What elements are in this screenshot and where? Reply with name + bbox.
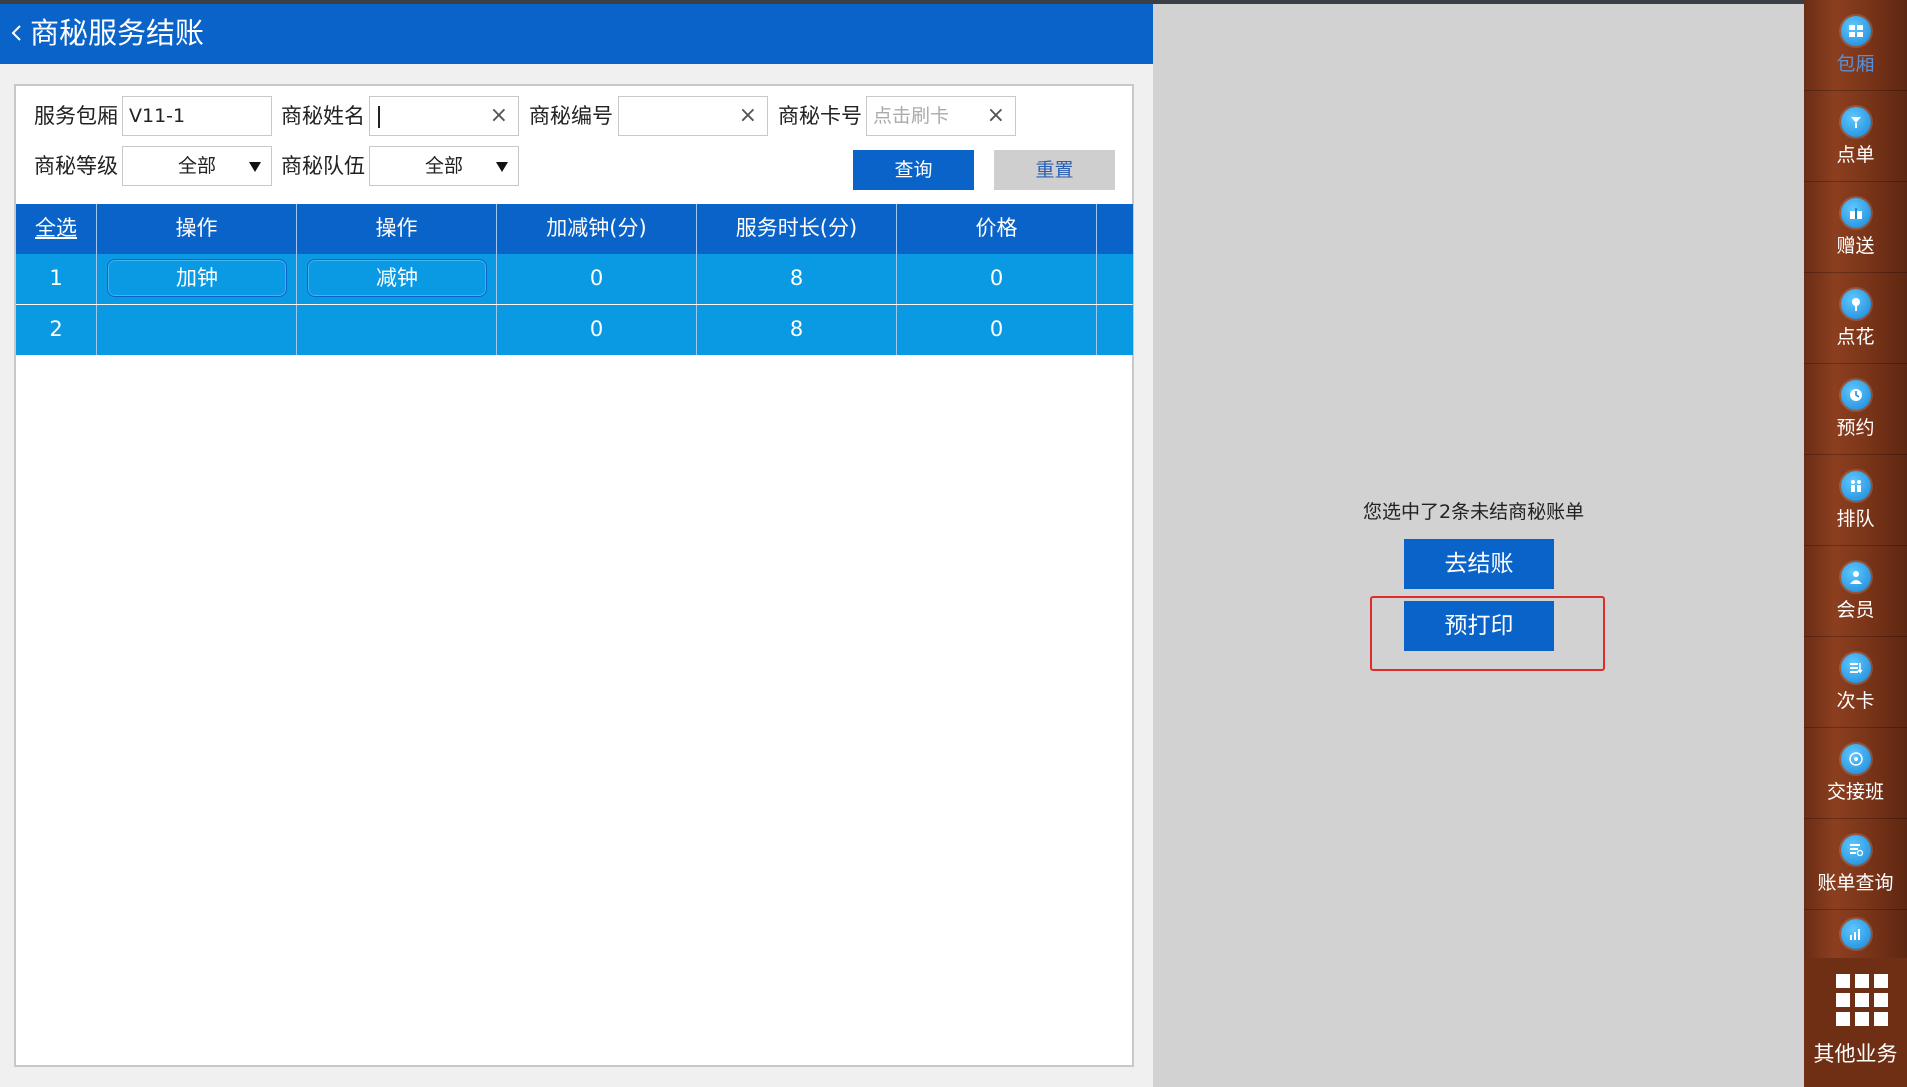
price-header: 价格 <box>897 204 1097 254</box>
report-icon <box>1841 919 1871 949</box>
team-value: 全部 <box>424 155 463 177</box>
sidebar-item-label: 赠送 <box>1836 235 1875 257</box>
sidebar-item-label: 包厢 <box>1836 53 1875 75</box>
header-spacer <box>1097 204 1133 254</box>
member-icon <box>1841 562 1871 592</box>
delta-cell: 0 <box>497 254 697 304</box>
price-cell: 0 <box>897 305 1097 355</box>
text-cursor <box>378 106 380 128</box>
sub-cell: 减钟 <box>297 254 497 304</box>
other-business-label: 其他业务 <box>1813 1042 1898 1066</box>
add-cell: 加钟 <box>97 254 297 304</box>
number-field[interactable]: × <box>618 96 768 136</box>
page-header: 商秘服务结账 <box>0 4 1153 64</box>
sidebar-item-punch-card[interactable]: 次卡 <box>1804 637 1907 728</box>
table-row[interactable]: 1 加钟 减钟 0 8 0 <box>16 254 1133 304</box>
preprint-highlight <box>1370 596 1605 671</box>
sidebar-item-label: 预约 <box>1836 417 1875 439</box>
add-cell <box>97 305 297 355</box>
duration-header: 服务时长(分) <box>697 204 897 254</box>
sidebar-item-rooms[interactable]: 包厢 <box>1804 0 1907 91</box>
sidebar-item-member[interactable]: 会员 <box>1804 546 1907 637</box>
other-business-button[interactable]: 其他业务 <box>1804 958 1907 1087</box>
page-title: 商秘服务结账 <box>30 16 205 50</box>
number-label: 商秘编号 <box>529 104 613 128</box>
row-index: 2 <box>16 305 97 355</box>
back-arrow-icon[interactable] <box>6 18 26 48</box>
flower-icon <box>1841 289 1871 319</box>
shift-handover-icon <box>1841 744 1871 774</box>
clear-number-icon[interactable]: × <box>739 97 757 135</box>
sub-cell <box>297 305 497 355</box>
sidebar-item-order[interactable]: 点单 <box>1804 91 1907 182</box>
action-header: 操作 <box>97 204 297 254</box>
row-index: 1 <box>16 254 97 304</box>
reduce-time-button[interactable]: 减钟 <box>307 259 487 297</box>
right-sidebar: 包厢 点单 赠送 点花 预约 排队 会员 次卡 交接班 账单查询 其他业务 <box>1804 0 1907 1087</box>
sidebar-item-label: 账单查询 <box>1817 872 1894 894</box>
room-value: V11-1 <box>129 105 186 127</box>
card-field[interactable]: 点击刷卡 × <box>866 96 1016 136</box>
sidebar-item-label: 次卡 <box>1836 690 1875 712</box>
clear-card-icon[interactable]: × <box>987 97 1005 135</box>
action-header: 操作 <box>297 204 497 254</box>
checkout-panel: 商秘服务结账 服务包厢 V11-1 商秘姓名 × 商秘编号 × 商秘卡号 点击刷… <box>0 4 1153 1087</box>
delta-header: 加减钟(分) <box>497 204 697 254</box>
apps-grid-icon <box>1836 974 1888 1026</box>
card-label: 商秘卡号 <box>778 104 862 128</box>
name-field[interactable]: × <box>369 96 519 136</box>
name-label: 商秘姓名 <box>281 104 365 128</box>
room-label: 服务包厢 <box>34 104 118 128</box>
order-icon <box>1841 107 1871 137</box>
sidebar-item-shift-handover[interactable]: 交接班 <box>1804 728 1907 819</box>
reservation-icon <box>1841 380 1871 410</box>
sidebar-item-report[interactable] <box>1804 910 1907 958</box>
sidebar-item-queue[interactable]: 排队 <box>1804 455 1907 546</box>
sidebar-item-label: 会员 <box>1836 599 1875 621</box>
team-label: 商秘队伍 <box>281 154 365 178</box>
gift-icon <box>1841 198 1871 228</box>
punch-card-icon <box>1841 653 1871 683</box>
table-header: 全选 操作 操作 加减钟(分) 服务时长(分) 价格 <box>16 204 1133 254</box>
sidebar-item-reservation[interactable]: 预约 <box>1804 364 1907 455</box>
bill-query-icon <box>1841 835 1871 865</box>
delta-cell: 0 <box>497 305 697 355</box>
checkout-button[interactable]: 去结账 <box>1404 539 1554 589</box>
sidebar-item-flower[interactable]: 点花 <box>1804 273 1907 364</box>
selection-summary: 您选中了2条未结商秘账单 <box>1363 501 1585 523</box>
table-row[interactable]: 2 0 8 0 <box>16 305 1133 355</box>
sidebar-item-label: 排队 <box>1836 508 1875 530</box>
row-spacer <box>1097 305 1133 355</box>
room-field[interactable]: V11-1 <box>122 96 272 136</box>
sidebar-item-label: 交接班 <box>1826 781 1884 803</box>
rooms-icon <box>1841 16 1871 46</box>
sidebar-item-label: 点花 <box>1836 326 1875 348</box>
team-select[interactable]: 全部 <box>369 146 519 186</box>
level-select[interactable]: 全部 <box>122 146 272 186</box>
add-time-button[interactable]: 加钟 <box>107 259 287 297</box>
price-cell: 0 <box>897 254 1097 304</box>
duration-cell: 8 <box>697 305 897 355</box>
card-placeholder: 点击刷卡 <box>873 105 950 127</box>
duration-cell: 8 <box>697 254 897 304</box>
sidebar-item-bill-query[interactable]: 账单查询 <box>1804 819 1907 910</box>
query-button[interactable]: 查询 <box>853 150 974 190</box>
sidebar-item-gift[interactable]: 赠送 <box>1804 182 1907 273</box>
chevron-down-icon <box>496 162 508 172</box>
select-all-header[interactable]: 全选 <box>16 204 97 254</box>
level-value: 全部 <box>177 155 216 177</box>
queue-icon <box>1841 471 1871 501</box>
row-spacer <box>1097 254 1133 304</box>
level-label: 商秘等级 <box>34 154 118 178</box>
clear-name-icon[interactable]: × <box>490 97 508 135</box>
sidebar-item-label: 点单 <box>1836 144 1875 166</box>
reset-button[interactable]: 重置 <box>994 150 1115 190</box>
chevron-down-icon <box>249 162 261 172</box>
